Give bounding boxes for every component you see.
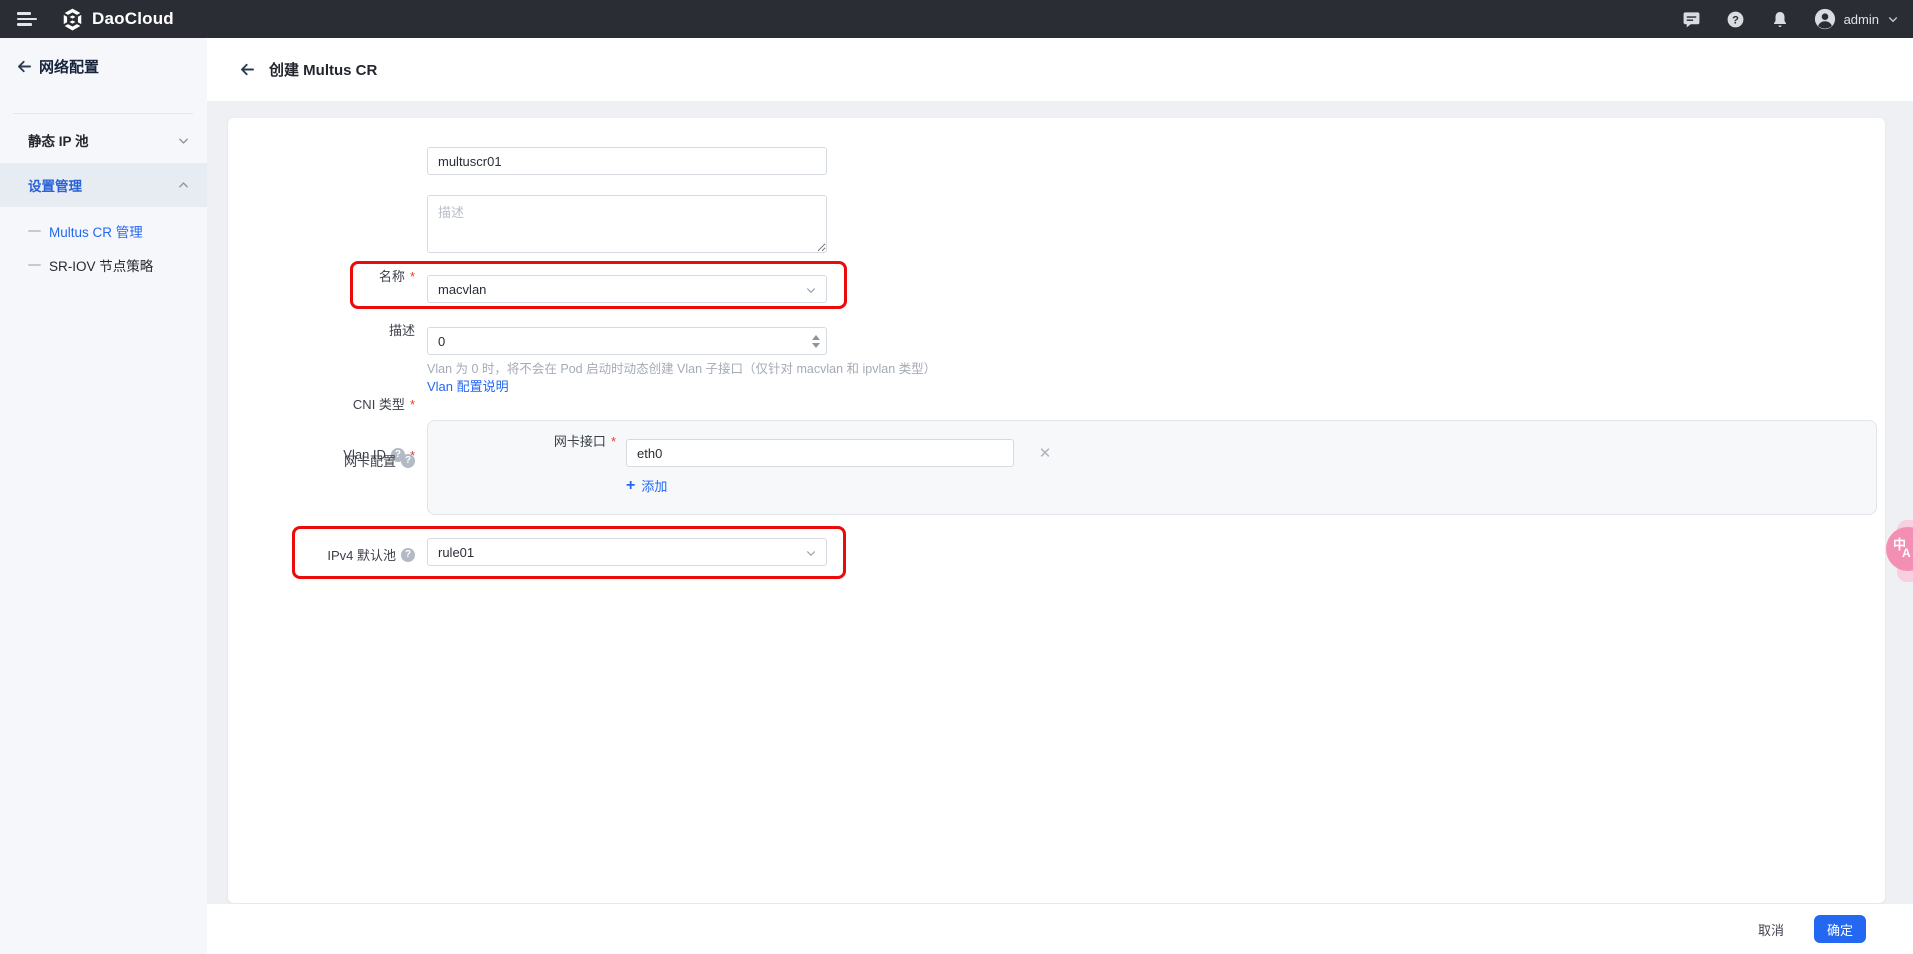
nic-config-panel: 网卡接口* ✕ + 添加 [427, 420, 1877, 515]
ipv4-pool-label: IPv4 默认池 ? [228, 545, 415, 564]
dash-icon [28, 230, 41, 232]
cni-type-label: CNI 类型* [228, 394, 415, 413]
form-card: 名称* 描述 CNI 类型* macvlan [228, 118, 1885, 903]
sidebar: 网络配置 静态 IP 池 设置管理 Multus CR 管理 SR-IOV 节点… [0, 38, 207, 954]
ipv4-pool-select[interactable]: rule01 [427, 538, 827, 566]
cancel-button[interactable]: 取消 [1758, 920, 1784, 939]
dash-icon [28, 264, 41, 266]
vlan-helper-text: Vlan 为 0 时，将不会在 Pod 启动时动态创建 Vlan 子接口（仅针对… [427, 358, 936, 377]
form-footer: 取消 确定 [207, 904, 1913, 954]
plus-icon: + [626, 478, 635, 494]
sidebar-back-icon[interactable] [12, 54, 36, 78]
user-menu[interactable]: admin [1814, 8, 1899, 30]
avatar [1814, 8, 1836, 30]
daocloud-logo-icon [60, 7, 85, 32]
sidebar-item-static-ip-pool[interactable]: 静态 IP 池 [0, 117, 207, 163]
help-icon[interactable]: ? [401, 454, 415, 468]
confirm-button[interactable]: 确定 [1814, 915, 1866, 943]
description-label: 描述 [228, 314, 415, 339]
divider [13, 113, 193, 114]
content: 名称* 描述 CNI 类型* macvlan [207, 101, 1913, 954]
cni-type-select[interactable]: macvlan [427, 275, 827, 303]
chevron-up-icon [177, 179, 190, 192]
number-stepper[interactable] [809, 330, 823, 352]
sidebar-item-settings-management[interactable]: 设置管理 [0, 163, 207, 207]
vlan-id-input[interactable] [427, 327, 827, 355]
remove-icon[interactable]: ✕ [1032, 439, 1058, 466]
sidebar-title: 网络配置 [39, 56, 99, 77]
menu-toggle-icon[interactable] [0, 0, 38, 38]
topbar: DaoCloud ? admin [0, 0, 1913, 38]
nic-config-label: 网卡配置 ? [228, 451, 415, 470]
notification-bell-icon[interactable] [1770, 9, 1790, 29]
page-back-icon[interactable] [233, 56, 261, 84]
vlan-doc-link[interactable]: Vlan 配置说明 [427, 376, 509, 395]
name-input[interactable] [427, 147, 827, 175]
name-label: 名称* [228, 266, 415, 285]
chevron-down-icon [805, 284, 817, 296]
sidebar-item-multus-cr[interactable]: Multus CR 管理 [0, 216, 207, 246]
add-interface-button[interactable]: + 添加 [626, 476, 667, 495]
brand-name: DaoCloud [92, 9, 174, 29]
main-area: 创建 Multus CR 名称* 描述 CNI 类型* [207, 38, 1913, 954]
page-header: 创建 Multus CR [207, 38, 1913, 101]
chevron-down-icon [177, 134, 190, 147]
help-icon[interactable]: ? [401, 548, 415, 562]
username-label: admin [1844, 12, 1879, 27]
nic-interface-input[interactable] [626, 439, 1014, 467]
svg-text:?: ? [1732, 14, 1739, 26]
brand[interactable]: DaoCloud [60, 7, 174, 32]
sidebar-item-sriov-policy[interactable]: SR-IOV 节点策略 [0, 250, 207, 280]
help-icon[interactable]: ? [1726, 9, 1746, 29]
chevron-down-icon [1887, 13, 1899, 25]
description-textarea[interactable] [427, 195, 827, 253]
nic-interface-label: 网卡接口* [428, 431, 616, 450]
page-title: 创建 Multus CR [269, 59, 377, 80]
message-icon[interactable] [1682, 9, 1702, 29]
chevron-down-icon [805, 547, 817, 559]
